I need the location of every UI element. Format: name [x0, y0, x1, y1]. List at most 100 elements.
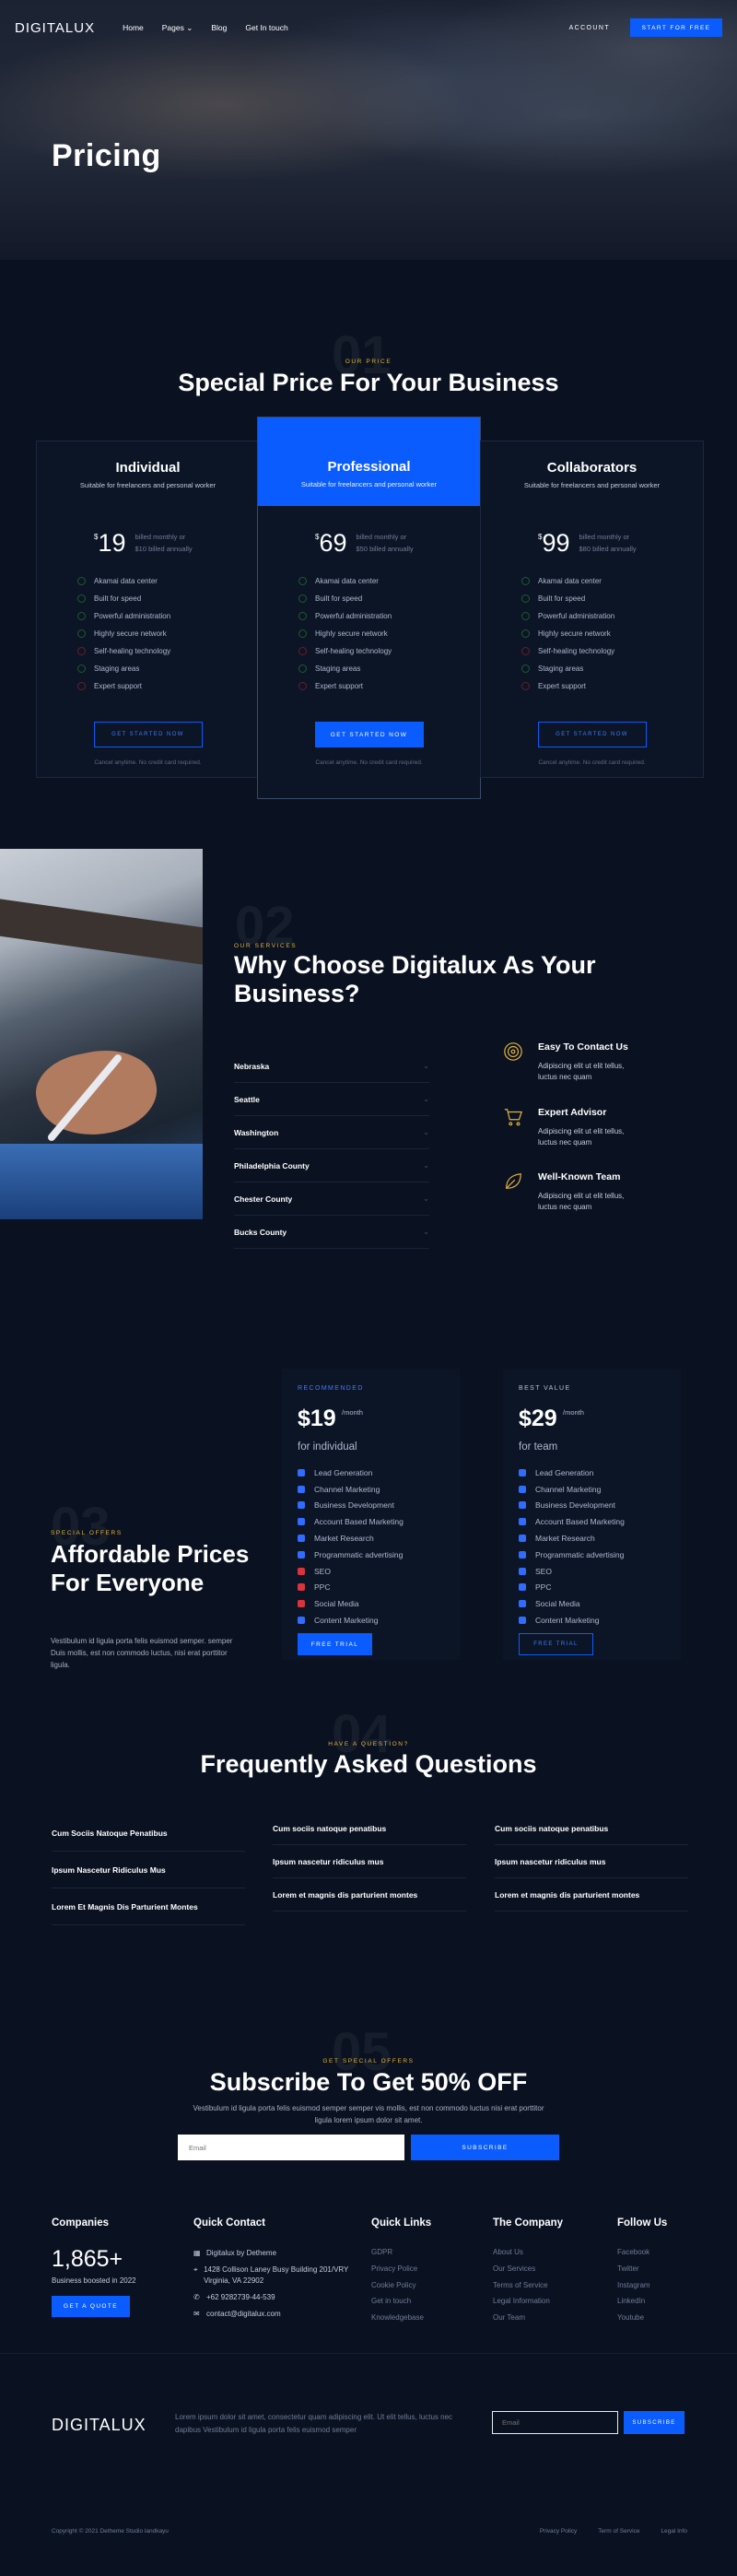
footer-link[interactable]: Youtube [617, 2313, 667, 2330]
get-started-button[interactable]: GET STARTED NOW [93, 722, 203, 747]
accordion-item[interactable]: Philadelphia County ⌄ [234, 1149, 429, 1182]
contact-email[interactable]: ✉ contact@digitalux.com [193, 2309, 350, 2320]
contact-phone[interactable]: ✆ +62 9282739-44-539 [193, 2292, 350, 2303]
service-icon [298, 1518, 305, 1526]
offer-item-label: Content Marketing [535, 1616, 600, 1626]
nav-get-in-touch[interactable]: Get In touch [245, 23, 287, 32]
footer-link[interactable]: Our Team [493, 2313, 563, 2330]
footer-link[interactable]: Legal Information [493, 2297, 563, 2313]
accordion-item[interactable]: Seattle ⌄ [234, 1083, 429, 1116]
offer-item-label: Market Research [535, 1534, 595, 1544]
faq-question[interactable]: Lorem et magnis dis parturient montes [495, 1878, 688, 1911]
advantage-description: Adipiscing elit ut elit tellus, luctus n… [538, 1062, 625, 1081]
faq-question[interactable]: Cum sociis natoque penatibus [495, 1812, 688, 1845]
offer-item-label: Lead Generation [535, 1467, 594, 1477]
service-icon [298, 1468, 305, 1476]
accordion-item[interactable]: Chester County ⌄ [234, 1182, 429, 1216]
footer-link[interactable]: Instagram [617, 2281, 667, 2298]
billing-monthly: billed monthly or [356, 533, 407, 541]
feature-label: Built for speed [315, 594, 363, 603]
footer-link[interactable]: GDPR [371, 2248, 431, 2264]
get-started-button[interactable]: GET STARTED NOW [314, 722, 424, 747]
faq-question[interactable]: Cum sociis natoque penatibus [273, 1812, 466, 1845]
plan-name: Collaborators [546, 460, 638, 476]
chevron-down-icon: ⌄ [423, 1128, 429, 1136]
feature-item: Self-healing technology [298, 642, 480, 660]
plan-name: Professional [327, 459, 411, 475]
feature-list: Akamai data center Built for speed Powerfu… [258, 556, 480, 695]
accordion-item[interactable]: Nebraska ⌄ [234, 1050, 429, 1083]
footer-link[interactable]: Our Services [493, 2264, 563, 2281]
footer-link[interactable]: Terms of Service [493, 2281, 563, 2298]
feature-label: Self-healing technology [315, 647, 392, 655]
footer-subscribe-button[interactable]: SUBSCRIBE [624, 2411, 684, 2434]
offer-item: SEO [519, 1563, 625, 1580]
legal-link[interactable]: Legal Info [661, 2528, 687, 2535]
check-circle-icon [298, 629, 307, 638]
cross-circle-icon [77, 682, 86, 690]
billing-note: billed monthly or $50 billed annually [357, 531, 414, 555]
faq-question[interactable]: Ipsum Nascetur Ridiculus Mus [52, 1852, 245, 1888]
faq-question[interactable]: Ipsum nascetur ridiculus mus [273, 1845, 466, 1878]
check-circle-icon [521, 665, 530, 673]
faq-title: Frequently Asked Questions [200, 1750, 537, 1778]
nav-pages[interactable]: Pages ⌄ [162, 23, 193, 33]
plan-cta: GET STARTED NOW [37, 722, 259, 747]
nav-home[interactable]: Home [123, 23, 144, 32]
feature-label: Self-healing technology [538, 647, 615, 655]
service-icon [519, 1535, 526, 1543]
free-trial-button[interactable]: FREE TRIAL [298, 1633, 372, 1655]
contact-address-text: 1428 Collison Laney Busy Building 201/VR… [204, 2265, 349, 2285]
subscribe-email-input[interactable] [178, 2135, 404, 2160]
faq-question[interactable]: Ipsum nascetur ridiculus mus [495, 1845, 688, 1878]
footer-link[interactable]: Facebook [617, 2248, 667, 2264]
free-trial-button[interactable]: FREE TRIAL [519, 1633, 593, 1655]
nav-blog[interactable]: Blog [211, 23, 227, 32]
faq-question[interactable]: Lorem et magnis dis parturient montes [273, 1878, 466, 1911]
subscribe-button[interactable]: SUBSCRIBE [411, 2135, 559, 2160]
offer-item-label: Market Research [314, 1534, 374, 1544]
feature-item: Expert support [298, 677, 480, 695]
feature-item: Akamai data center [77, 572, 259, 590]
offer-item-label: Social Media [314, 1599, 359, 1609]
legal-link[interactable]: Term of Service [598, 2528, 639, 2535]
footer-link[interactable]: LinkedIn [617, 2297, 667, 2313]
plan-cta: GET STARTED NOW [481, 722, 703, 747]
footer-link[interactable]: Twitter [617, 2264, 667, 2281]
offer-item: Lead Generation [298, 1464, 404, 1481]
footer-link[interactable]: Privacy Police [371, 2264, 431, 2281]
legal-link[interactable]: Privacy Policy [540, 2528, 577, 2535]
feature-item: Built for speed [521, 590, 703, 607]
footer-link[interactable]: Cookie Policy [371, 2281, 431, 2298]
feature-label: Highly secure network [538, 629, 611, 638]
start-for-free-button[interactable]: START FOR FREE [630, 18, 722, 37]
advantage-item: Easy To Contact Us Adipiscing elit ut eli… [503, 1041, 678, 1083]
faq-question[interactable]: Lorem Et Magnis Dis Parturient Montes [52, 1888, 245, 1925]
subscribe-section: 05 GET SPECIAL OFFERS Subscribe To Get 5… [0, 2021, 737, 2231]
footer-link[interactable]: About Us [493, 2248, 563, 2264]
offer-item: Account Based Marketing [519, 1513, 625, 1530]
get-started-button[interactable]: GET STARTED NOW [537, 722, 647, 747]
footer-company-links: The Company About Us Our Services Terms of … [493, 2217, 563, 2330]
account-link[interactable]: ACCOUNT [569, 25, 610, 31]
footer-link[interactable]: Get in touch [371, 2297, 431, 2313]
faq-question[interactable]: Cum Sociis Natoque Penatibus [52, 1815, 245, 1852]
plan-price: $99 billed monthly or $80 billed annually [481, 518, 703, 556]
logo[interactable]: DIGITALUX [15, 20, 95, 36]
accordion-item[interactable]: Bucks County ⌄ [234, 1216, 429, 1249]
footer-logo[interactable]: DIGITALUX [52, 2416, 146, 2435]
cross-circle-icon [298, 647, 307, 655]
companies-caption: Business boosted in 2022 [52, 2276, 136, 2285]
offer-card: RECOMMENDED $19/month for individual Lead G… [282, 1369, 460, 1660]
footer-email-input[interactable] [492, 2411, 618, 2434]
offer-item-label: Programmatic advertising [314, 1549, 404, 1559]
feature-label: Highly secure network [94, 629, 167, 638]
footer-link[interactable]: Knowledgebase [371, 2313, 431, 2330]
phone-icon: ✆ [193, 2293, 200, 2301]
feature-item: Self-healing technology [521, 642, 703, 660]
offer-price: $19 [298, 1406, 336, 1431]
footer-heading: Companies [52, 2217, 109, 2229]
get-a-quote-button[interactable]: GET A QUOTE [52, 2296, 130, 2317]
accordion-item[interactable]: Washington ⌄ [234, 1116, 429, 1149]
offers-description: Vestibulum id ligula porta felis euismod… [51, 1637, 233, 1669]
